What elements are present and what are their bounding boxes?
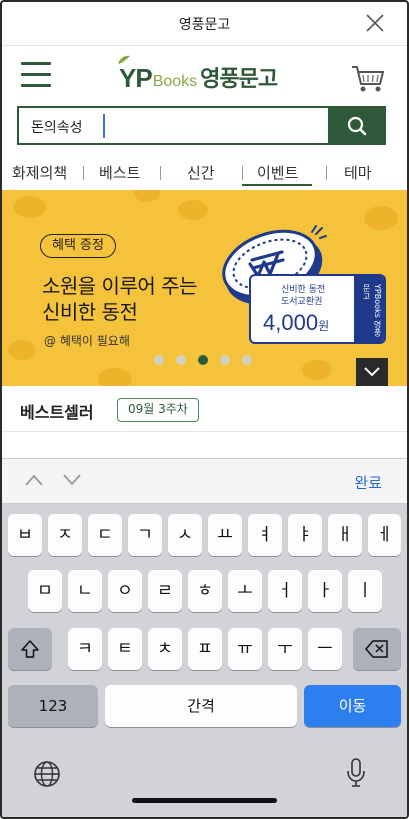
bestseller-title: 베스트셀러 [20,403,94,422]
slide-dot[interactable] [242,355,252,365]
numbers-key[interactable]: 123 [8,685,98,727]
backspace-icon [365,640,388,658]
key[interactable]: ㅑ [288,514,322,556]
nav-divider [326,166,327,180]
microphone-icon[interactable] [346,758,366,788]
shift-icon [21,640,39,658]
nav-item-hot[interactable]: 화제의책 [12,162,67,183]
search-button[interactable] [328,108,384,143]
phone-screen: 영풍문고 YP Books 영풍문고 돈의속성 화제의책 베스트 신간 이벤트 … [0,0,409,819]
week-badge[interactable]: 09월 3주차 [117,398,199,422]
voucher-stub: YPBooks 영풍문고 [354,276,384,342]
key[interactable]: ㅓ [268,570,302,612]
key[interactable]: ㄷ [88,514,122,556]
keyboard-system-row [2,752,407,817]
webview-title-bar: 영풍문고 [2,2,407,46]
cart-icon[interactable] [351,64,385,94]
key[interactable]: ㄴ [68,570,102,612]
search-bar: 돈의속성 [17,106,386,145]
page-title: 영풍문고 [178,17,231,33]
nav-item-best[interactable]: 베스트 [99,162,140,183]
globe-icon[interactable] [33,760,61,788]
voucher-amount: 4,000원 [263,310,330,335]
nav-divider [242,166,243,180]
category-nav: 화제의책 베스트 신간 이벤트 테마 [2,158,407,188]
banner-headline-2: 신비한 동전 [42,300,138,324]
ypbooks-logo[interactable]: YP Books 영풍문고 [118,55,278,94]
chevron-down-icon[interactable] [62,473,82,487]
key[interactable]: ㅍ [188,628,222,670]
key[interactable]: ㅈ [48,514,82,556]
key[interactable]: ㅠ [228,628,262,670]
key[interactable]: ㅂ [8,514,42,556]
shift-key[interactable] [8,628,52,670]
key[interactable]: ㅛ [208,514,242,556]
nav-divider [83,166,84,180]
bestseller-section: 베스트셀러 09월 3주차 [2,386,407,432]
nav-item-new[interactable]: 신간 [187,162,215,183]
search-input[interactable]: 돈의속성 [31,117,83,137]
nav-item-event[interactable]: 이벤트 [257,162,298,183]
key[interactable]: ㅜ [268,628,302,670]
slide-dot[interactable] [220,355,230,365]
ios-keyboard: 완료 ㅂ ㅈ ㄷ ㄱ ㅅ ㅛ ㅕ ㅑ ㅐ ㅔ ㅁ ㄴ ㅇ ㄹ ㅎ ㅗ ㅓ ㅏ ㅣ… [2,458,407,817]
key[interactable]: ㅣ [348,570,382,612]
key[interactable]: ㅕ [248,514,282,556]
home-indicator [132,798,277,803]
keyboard-toolbar: 완료 [2,458,407,504]
go-key[interactable]: 이동 [304,685,401,727]
key[interactable]: ㅗ [228,570,262,612]
logo-books: Books [152,73,198,90]
logo-korean: 영풍문고 [200,67,278,92]
slide-dot[interactable] [154,355,164,365]
logo-yp: YP [118,55,153,94]
banner-subtext: @ 혜택이 필요해 [44,334,130,348]
key[interactable]: ㅏ [308,570,342,612]
key[interactable]: ㅌ [108,628,142,670]
nav-item-theme[interactable]: 테마 [344,162,372,183]
promo-banner[interactable]: 혜택 증정 소원을 이루어 주는 신비한 동전 @ 혜택이 필요해 신비한 동전… [2,190,407,386]
key[interactable]: ㄹ [148,570,182,612]
chevron-down-icon [364,367,380,377]
space-key[interactable]: 간격 [105,685,297,727]
key[interactable]: ㅔ [368,514,401,556]
key[interactable]: ㅊ [148,628,182,670]
voucher-title: 신비한 동전 도서교환권 [281,285,326,307]
key[interactable]: ㅋ [68,628,102,670]
key[interactable]: ㅇ [108,570,142,612]
banner-expand-button[interactable] [356,358,388,386]
key[interactable]: ㅁ [28,570,62,612]
menu-icon[interactable] [21,62,51,88]
key[interactable]: ㅡ [308,628,342,670]
key[interactable]: ㅅ [168,514,202,556]
key[interactable]: ㅎ [188,570,222,612]
backspace-key[interactable] [353,628,401,670]
gift-voucher: 신비한 동전 도서교환권 4,000원 YPBooks 영풍문고 [249,274,386,344]
slide-dot[interactable] [176,355,186,365]
leaf-icon [118,55,130,64]
nav-divider [160,166,161,180]
text-caret [103,114,105,138]
search-icon [347,116,367,136]
key[interactable]: ㅐ [328,514,362,556]
slide-indicator [154,355,264,365]
slide-dot-active[interactable] [198,355,208,365]
benefit-badge: 혜택 증정 [40,234,116,258]
close-icon[interactable] [365,13,385,33]
done-button[interactable]: 완료 [354,472,382,493]
nav-active-indicator [242,184,312,186]
key[interactable]: ㄱ [128,514,162,556]
site-header: YP Books 영풍문고 [2,46,407,108]
chevron-up-icon[interactable] [24,473,44,487]
banner-headline: 소원을 이루어 주는 [42,274,197,298]
